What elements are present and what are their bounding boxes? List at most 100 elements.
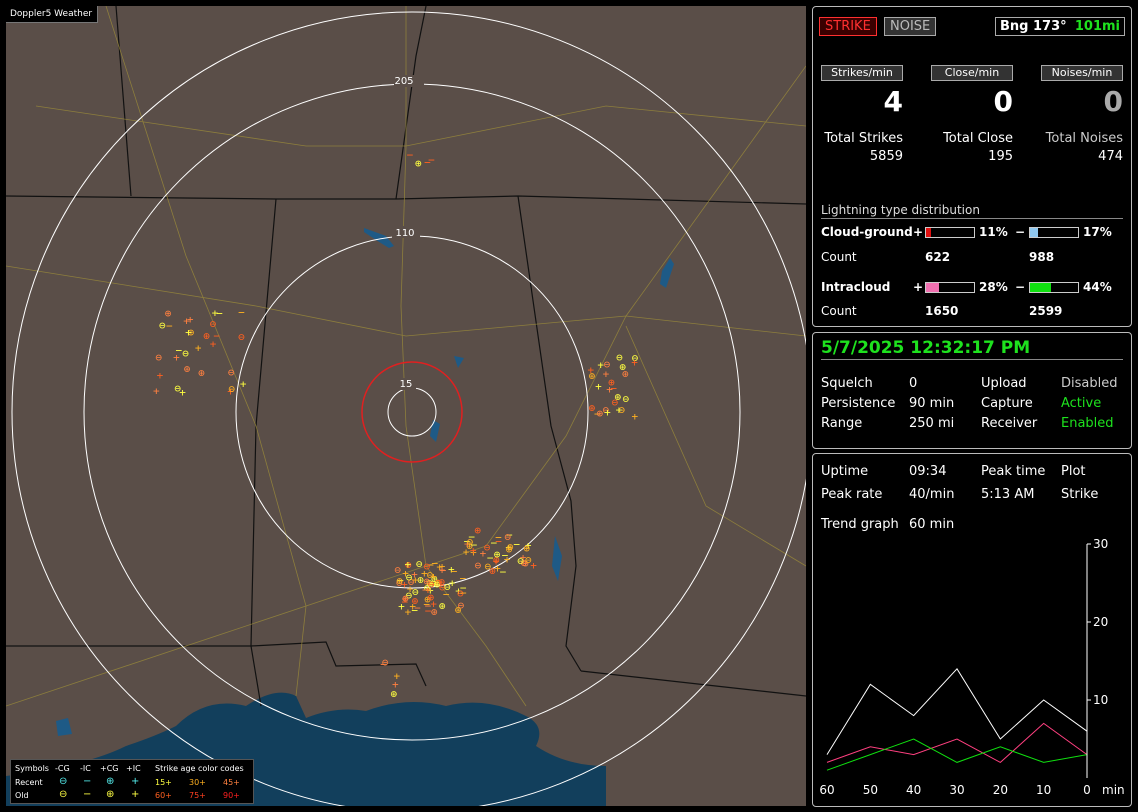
total-strikes-label: Total Strikes [824,131,903,146]
legend-recent-pos-cg-icon: ⊕ [106,776,115,787]
strike-marker: ⊕ [523,542,530,555]
strike-marker: ⊖ [517,554,524,567]
range-label: Range [821,416,863,431]
plot-label: Plot [1061,464,1086,479]
ic-plus-sign: + [913,280,924,294]
legend-old-label: Old [15,791,29,800]
legend-symbols-label: Symbols [15,764,49,773]
strike-marker: + [404,558,411,571]
ic-positive-pct: 28% [979,280,1008,294]
noise-toggle-button[interactable]: NOISE [884,17,937,36]
strike-marker: − [487,552,494,565]
strike-marker: ⊖ [228,366,235,379]
strike-marker: + [179,386,186,399]
strike-marker: + [425,584,432,597]
strike-marker: ⊖ [159,319,166,332]
strike-marker: + [631,356,638,369]
distribution-title: Lightning type distribution [821,203,980,217]
strike-marker: − [414,601,421,614]
legend-age-90: 90+ [223,791,240,800]
strike-marker: − [500,565,507,578]
trend-x-tick-label: 50 [863,783,878,797]
radar-map[interactable]: 205 110 15 + ⊕ ⊕ + − ⊕ + − + ⊕ ⊕ + ⊖ + ⊖ − − + ⊕ ⊖ − ⊖ − ⊕ − − ⊖ ⊕ +… [6,6,806,806]
ic-minus-sign: − [1015,280,1026,294]
trend-series-line-2 [826,738,1088,771]
strike-stats-panel: STRIKE NOISE Bng 173° 101mi Strikes/min … [812,6,1132,327]
trend-x-tick-label: 20 [993,783,1008,797]
trend-x-unit: min [1102,783,1125,797]
plot-value[interactable]: Strike [1061,487,1098,502]
strike-marker: + [421,567,428,580]
strike-marker: − [428,154,435,167]
cg-count-label: Count [821,250,857,264]
ring-label-110: 110 [395,228,414,239]
distribution-divider [821,218,1123,219]
strike-marker: − [166,319,173,332]
strike-marker: ⊕ [203,330,210,343]
upload-label: Upload [981,376,1027,391]
strike-marker: + [157,369,164,382]
strike-marker: + [632,410,639,423]
uptime-value: 09:34 [909,464,947,479]
trend-panel: Uptime 09:34 Peak time Plot Peak rate 40… [812,453,1132,807]
cg-negative-count: 988 [1029,250,1055,264]
trend-x-tick-label: 0 [1083,783,1091,797]
trend-x-tick-label: 10 [1036,783,1051,797]
strike-toggle-button[interactable]: STRIKE [819,17,877,36]
ic-positive-count: 1650 [925,304,959,318]
strike-marker: ⊖ [604,358,611,371]
cg-negative-bar [1029,227,1079,238]
range-value: 250 mi [909,416,955,431]
noises-per-min-value: 0 [1103,85,1123,118]
strike-marker: + [195,341,202,354]
legend-old-neg-ic-icon: − [83,789,92,800]
trend-y-tick-label: 10 [1093,693,1108,707]
legend-old-pos-ic-icon: + [131,789,140,800]
strike-marker: + [439,564,446,577]
strike-marker: ⊕ [402,592,409,605]
map-canvas: 205 110 15 +⊕ ⊕+−⊕+ −+⊕⊕+⊖+⊖ −−+⊕ ⊖−⊖−⊕−−⊖⊕+… [6,6,806,806]
range-rings [11,11,806,806]
strike-marker: + [604,406,611,419]
cg-positive-count: 622 [925,250,951,264]
strike-marker: ⊖ [155,351,162,364]
legend-recent-neg-ic-icon: − [83,776,92,787]
strike-marker: ⊕ [439,599,446,612]
close-per-min-header: Close/min [931,65,1013,81]
datetime-divider [821,359,1123,360]
ic-negative-bar [1029,282,1079,293]
ic-count-label: Count [821,304,857,318]
legend-recent-neg-cg-icon: ⊖ [59,776,68,787]
peak-time-label: Peak time [981,464,1046,479]
cg-minus-sign: − [1015,225,1026,239]
close-ring [361,361,463,463]
strike-marker: − [407,148,414,161]
intracloud-label: Intracloud [821,280,891,294]
strike-marker: ⊕ [415,157,422,170]
total-close-label: Total Close [943,131,1013,146]
strike-marker: ⊖ [210,318,217,331]
strike-marker: − [213,330,220,343]
uptime-label: Uptime [821,464,869,479]
trend-graph-value: 60 min [909,517,955,532]
strike-marker: + [392,678,399,691]
legend-col-pos-ic: +IC [126,764,141,773]
legend-age-15: 15+ [155,778,172,787]
legend-age-60: 60+ [155,791,172,800]
strike-marker: ⊕ [431,605,438,618]
peak-rate-label: Peak rate [821,487,883,502]
strike-marker: + [183,314,190,327]
strike-marker: + [153,384,160,397]
trend-graph-label: Trend graph [821,517,899,532]
legend-col-neg-cg: -CG [55,764,70,773]
legend-age-45: 45+ [223,778,240,787]
strike-marker: + [240,377,247,390]
strike-marker: ⊖ [228,382,235,395]
settings-panel: 5/7/2025 12:32:17 PM Squelch 0 Upload Di… [812,332,1132,449]
strike-marker: + [430,570,437,583]
strike-marker: ⊕ [455,603,462,616]
strike-marker: + [449,577,456,590]
receiver-label: Receiver [981,416,1038,431]
cg-positive-pct: 11% [979,225,1008,239]
ic-negative-count: 2599 [1029,304,1063,318]
